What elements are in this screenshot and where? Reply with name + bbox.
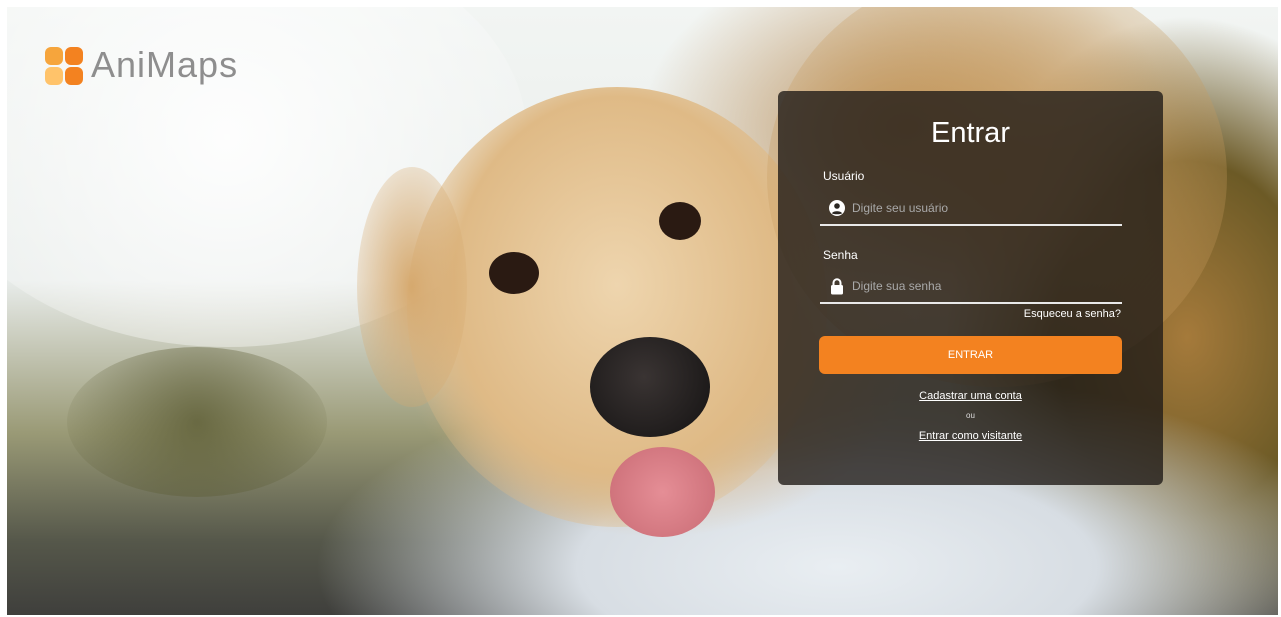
brand-logo[interactable]: AniMaps [45,44,238,86]
register-link[interactable]: Cadastrar uma conta [778,390,1163,402]
username-field[interactable] [820,192,1122,226]
dog-nose [590,337,710,437]
username-label: Usuário [823,169,865,183]
login-title: Entrar [931,117,1010,149]
dog-ear-left [357,167,467,407]
dog-head-shape [407,87,827,527]
forgot-password-link[interactable]: Esqueceu a senha? [1024,308,1121,320]
lock-icon [828,277,846,295]
login-panel: Entrar Usuário Senha Esqueceu a senha? E… [778,91,1163,485]
or-separator: ou [966,411,975,420]
password-input[interactable] [852,279,1122,293]
password-field[interactable] [820,270,1122,304]
paw-logo-icon [45,45,85,85]
dog-eye-right [659,202,701,240]
tree-blur-left [67,347,327,497]
username-input[interactable] [852,201,1122,215]
brand-name: AniMaps [91,44,239,85]
guest-login-link[interactable]: Entrar como visitante [778,430,1163,442]
password-label: Senha [823,248,858,262]
dog-eye-left [489,252,539,294]
login-button[interactable]: ENTRAR [819,336,1122,374]
user-circle-icon [828,199,846,217]
dog-tongue [610,447,715,537]
